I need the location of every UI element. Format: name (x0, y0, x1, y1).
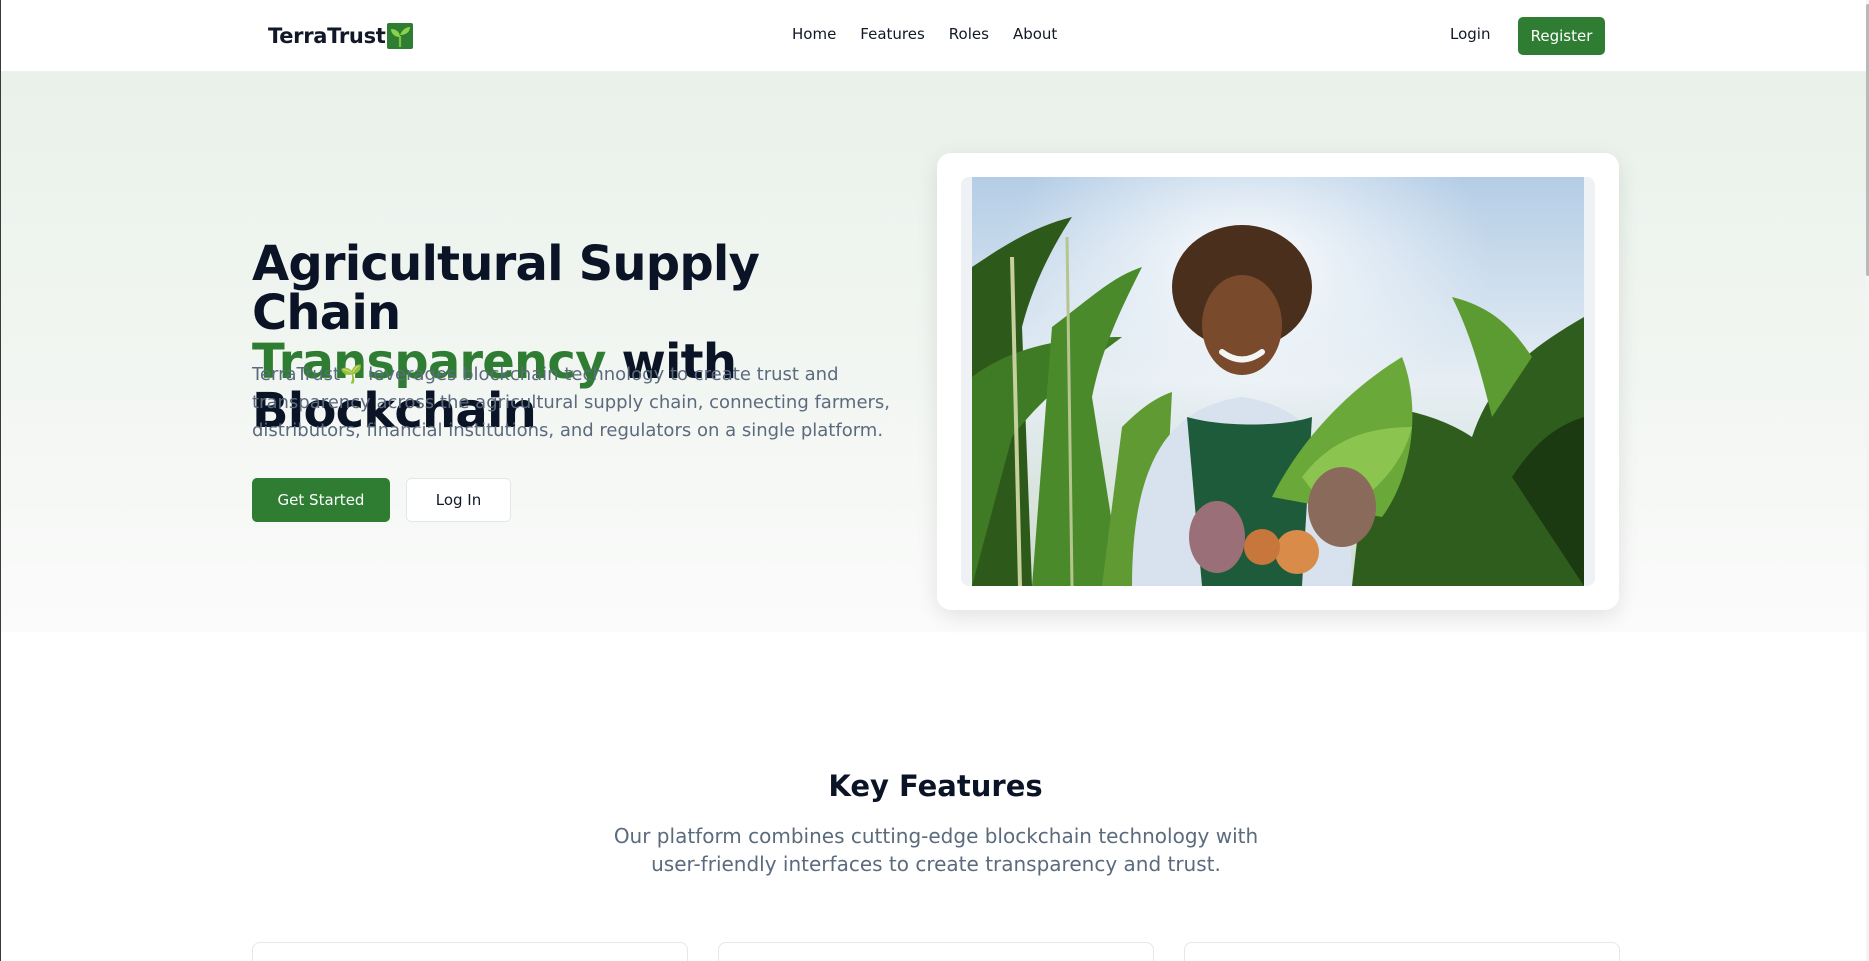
seedling-icon (386, 23, 413, 49)
top-navbar: TerraTrust Home Features Roles About Log… (1, 0, 1869, 72)
nav-roles[interactable]: Roles (949, 25, 989, 43)
features-title: Key Features (828, 769, 1043, 803)
farmer-photo (972, 177, 1584, 586)
hero-login-button[interactable]: Log In (406, 478, 511, 522)
features-subtitle: Our platform combines cutting-edge block… (613, 824, 1259, 876)
login-link[interactable]: Login (1450, 25, 1490, 43)
feature-card (718, 942, 1154, 961)
brand-logo[interactable]: TerraTrust (268, 22, 413, 50)
main-nav: Home Features Roles About (792, 25, 1057, 43)
feature-card (252, 942, 688, 961)
register-button[interactable]: Register (1518, 17, 1605, 55)
brand-name: TerraTrust (268, 24, 386, 48)
get-started-button[interactable]: Get Started (252, 478, 390, 522)
hero-title-line1: Agricultural Supply Chain (252, 236, 760, 341)
hero-image-card (937, 153, 1619, 610)
feature-card (1184, 942, 1620, 961)
hero-description: TerraTrust🌱 leverages blockchain technol… (252, 364, 891, 441)
nav-about[interactable]: About (1013, 25, 1057, 43)
nav-features[interactable]: Features (860, 25, 925, 43)
nav-home[interactable]: Home (792, 25, 836, 43)
